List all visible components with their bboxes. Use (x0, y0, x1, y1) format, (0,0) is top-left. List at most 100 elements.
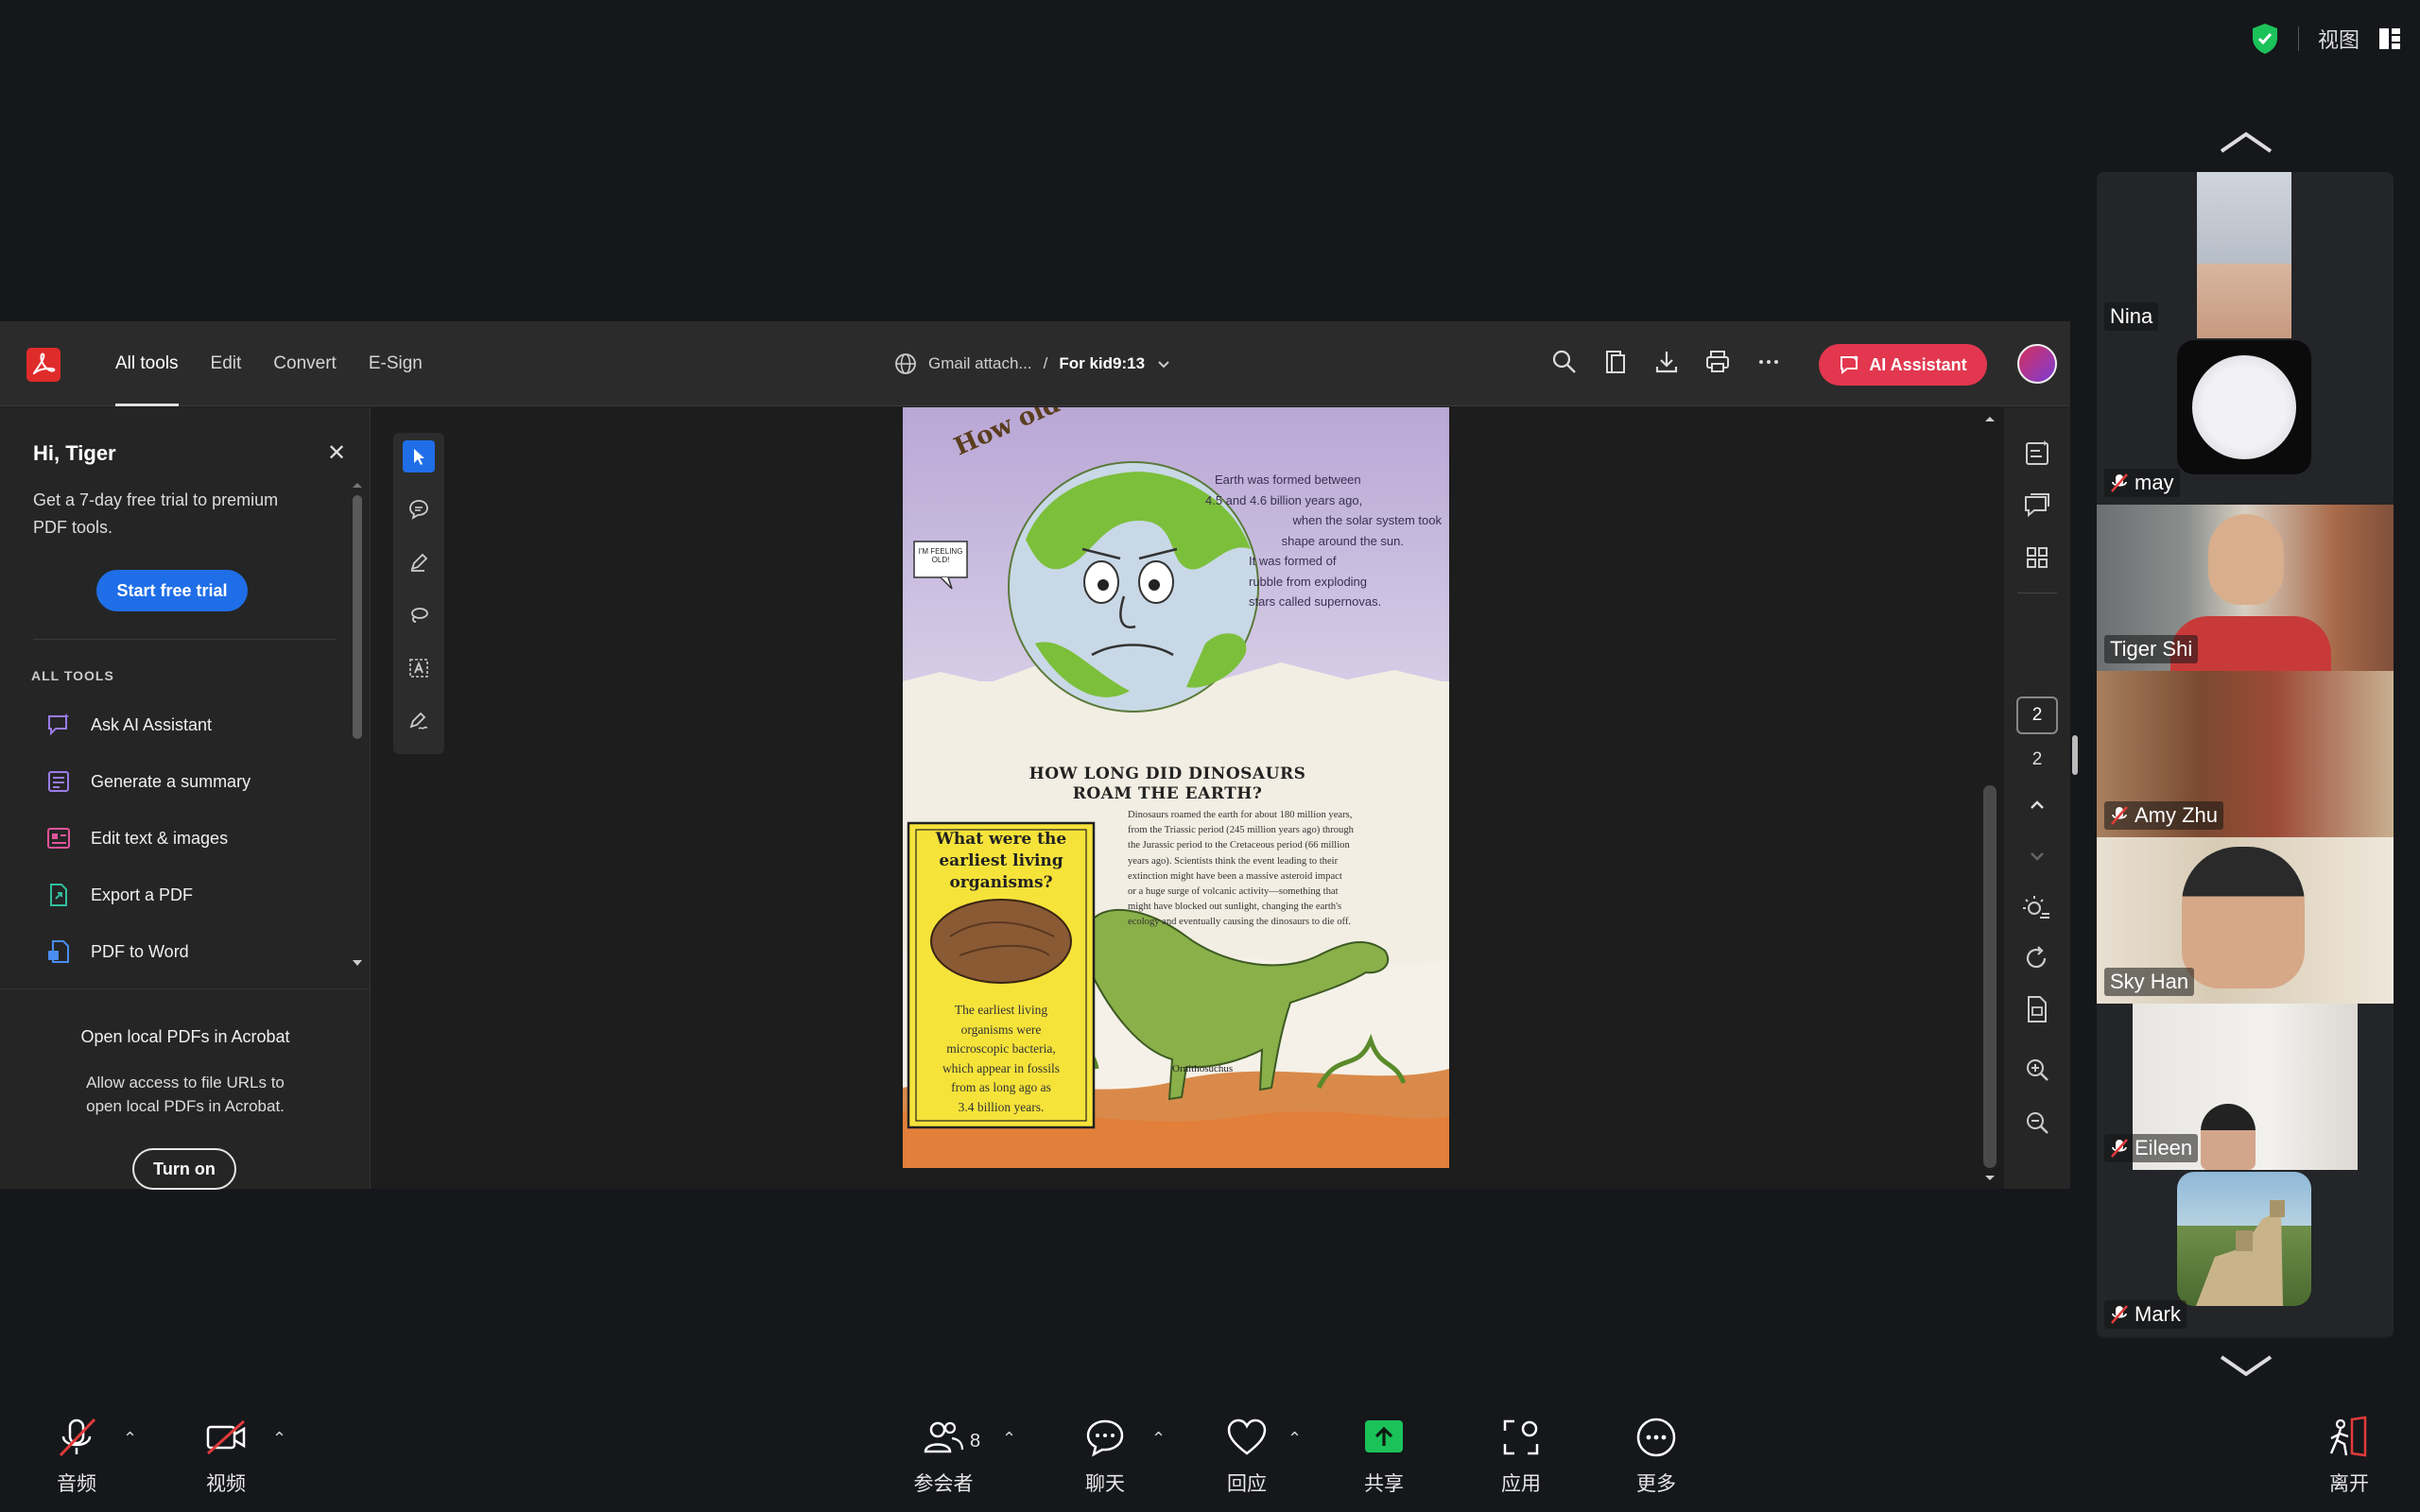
previous-page-icon[interactable] (2021, 789, 2053, 821)
box-text-line: organisms were (960, 1022, 1042, 1037)
acrobat-logo-icon[interactable] (26, 348, 60, 382)
participant-tile-sky-han[interactable]: Sky Han (2097, 837, 2394, 1004)
nav-convert[interactable]: Convert (273, 321, 337, 406)
rotate-icon[interactable] (2021, 942, 2053, 974)
nav-all-tools[interactable]: All tools (115, 321, 179, 406)
box-text-line: The earliest living (954, 1003, 1048, 1017)
draw-tool[interactable] (403, 599, 435, 631)
view-button[interactable]: 视图 (2318, 24, 2360, 54)
more-options-icon[interactable] (1754, 348, 1783, 376)
tool-generate-summary[interactable]: Generate a summary (45, 763, 251, 800)
scroll-up-icon[interactable] (1979, 413, 2000, 424)
box-text-line: 3.4 billion years. (958, 1099, 1045, 1114)
scroll-up-icon[interactable] (350, 480, 365, 490)
participants-button[interactable]: 参会者 (891, 1416, 995, 1497)
zoom-in-icon[interactable] (2021, 1054, 2053, 1086)
start-free-trial-button[interactable]: Start free trial (96, 570, 248, 611)
tool-label: Ask AI Assistant (91, 714, 213, 734)
video-options-caret[interactable]: ⌃ (272, 1429, 286, 1449)
participant-name: Nina (2104, 302, 2159, 331)
participant-tile-nina[interactable]: Nina (2097, 172, 2394, 338)
comment-tool[interactable] (403, 493, 435, 525)
tool-export-pdf[interactable]: Export a PDF (45, 876, 193, 914)
participants-gallery: Nina may Tiger Shi Amy Zhu Sky Han Eilee… (2097, 172, 2394, 1338)
chat-options-caret[interactable]: ⌃ (1151, 1429, 1166, 1449)
ai-insights-icon[interactable] (2021, 438, 2053, 470)
ai-assistant-button[interactable]: AI Assistant (1819, 344, 1987, 386)
search-icon[interactable] (1550, 348, 1579, 376)
participant-tile-amy-zhu[interactable]: Amy Zhu (2097, 671, 2394, 837)
download-icon[interactable] (1652, 348, 1681, 376)
leave-door-icon (2329, 1416, 2367, 1457)
name-label: Eileen (2135, 1136, 2193, 1160)
document-scrollbar[interactable] (1979, 407, 2000, 1189)
pdf-page[interactable]: How old is Earth? I'M FEELING OLD! Earth… (903, 407, 1449, 1168)
name-label: Sky Han (2110, 970, 2189, 993)
video-subject (2208, 514, 2284, 605)
highlight-tool[interactable] (403, 546, 435, 578)
page-layout-icon[interactable] (1601, 348, 1630, 376)
turn-on-button[interactable]: Turn on (132, 1148, 236, 1190)
participants-options-caret[interactable]: ⌃ (1002, 1429, 1016, 1449)
leave-button[interactable]: 离开 (2297, 1416, 2401, 1497)
nav-edit[interactable]: Edit (211, 321, 242, 406)
apps-icon (1503, 1419, 1539, 1455)
intro-line: Earth was formed between (1215, 472, 1361, 487)
zoom-out-icon[interactable] (2021, 1107, 2053, 1139)
lasso-icon (411, 608, 428, 623)
pen-icon (410, 553, 428, 572)
apps-button[interactable]: 应用 (1469, 1416, 1573, 1497)
sign-tool[interactable] (403, 705, 435, 737)
participant-tile-tiger-shi[interactable]: Tiger Shi (2097, 505, 2394, 671)
audio-button[interactable]: 音频 (25, 1416, 129, 1497)
panel-scrollbar[interactable] (350, 478, 365, 970)
name-label: Amy Zhu (2135, 803, 2219, 827)
acrobat-tool-icons (1550, 348, 1783, 376)
next-page-icon[interactable] (2021, 840, 2053, 872)
tool-edit-text-images[interactable]: Edit text & images (45, 819, 228, 857)
print-icon[interactable] (1703, 348, 1732, 376)
name-label: may (2135, 471, 2174, 494)
tool-ask-ai-assistant[interactable]: Ask AI Assistant (45, 706, 212, 744)
scroll-down-icon[interactable] (1979, 1173, 2000, 1184)
leave-label: 离开 (2329, 1473, 2369, 1495)
comments-icon[interactable] (2021, 490, 2053, 523)
select-tool[interactable] (403, 440, 435, 472)
video-button[interactable]: 视频 (174, 1416, 278, 1497)
close-icon[interactable]: ✕ (327, 439, 346, 467)
text-tool[interactable] (403, 652, 435, 684)
nav-esign[interactable]: E-Sign (369, 321, 423, 406)
breadcrumb-file[interactable]: For kid9:13 (1059, 354, 1145, 373)
scrollbar-thumb[interactable] (1983, 785, 1996, 1168)
scroll-down-icon[interactable] (350, 958, 365, 968)
page-extract-icon[interactable] (2021, 993, 2053, 1025)
chevron-down-icon[interactable] (2216, 1351, 2276, 1380)
dino-line: years ago). Scientists think the event l… (1128, 855, 1339, 867)
more-button[interactable]: 更多 (1604, 1416, 1708, 1497)
pdf-to-word-icon (48, 940, 69, 963)
tool-pdf-to-word[interactable]: PDF to Word (45, 933, 189, 971)
read-mode-icon[interactable] (2021, 891, 2053, 923)
account-avatar[interactable] (2017, 344, 2057, 384)
chat-button[interactable]: 聊天 (1053, 1416, 1157, 1497)
share-button[interactable]: 共享 (1332, 1416, 1436, 1497)
layout-grid-icon[interactable] (2378, 27, 2401, 50)
participant-tile-eileen[interactable]: Eileen (2097, 1004, 2394, 1170)
thumbnails-grid-icon[interactable] (2021, 541, 2053, 574)
participant-tile-may[interactable]: may (2097, 338, 2394, 505)
resize-handle[interactable] (2072, 735, 2078, 775)
breadcrumb-source[interactable]: Gmail attach... (928, 354, 1032, 373)
mic-muted-icon (2111, 1139, 2128, 1158)
chevron-up-icon[interactable] (2216, 129, 2276, 157)
current-page-input[interactable]: 2 (2016, 696, 2058, 734)
chevron-down-icon[interactable] (1156, 356, 1171, 371)
shield-icon[interactable] (2251, 23, 2279, 55)
name-label: Mark (2135, 1302, 2181, 1326)
react-button[interactable]: 回应 (1195, 1416, 1299, 1497)
scrollbar-thumb[interactable] (353, 495, 362, 739)
react-options-caret[interactable]: ⌃ (1288, 1429, 1302, 1449)
participant-tile-mark[interactable]: Mark (2097, 1170, 2394, 1336)
audio-options-caret[interactable]: ⌃ (123, 1429, 137, 1449)
box-title-line: earliest living (939, 851, 1063, 870)
acrobat-window: All tools Edit Convert E-Sign Gmail atta… (0, 321, 2070, 1190)
